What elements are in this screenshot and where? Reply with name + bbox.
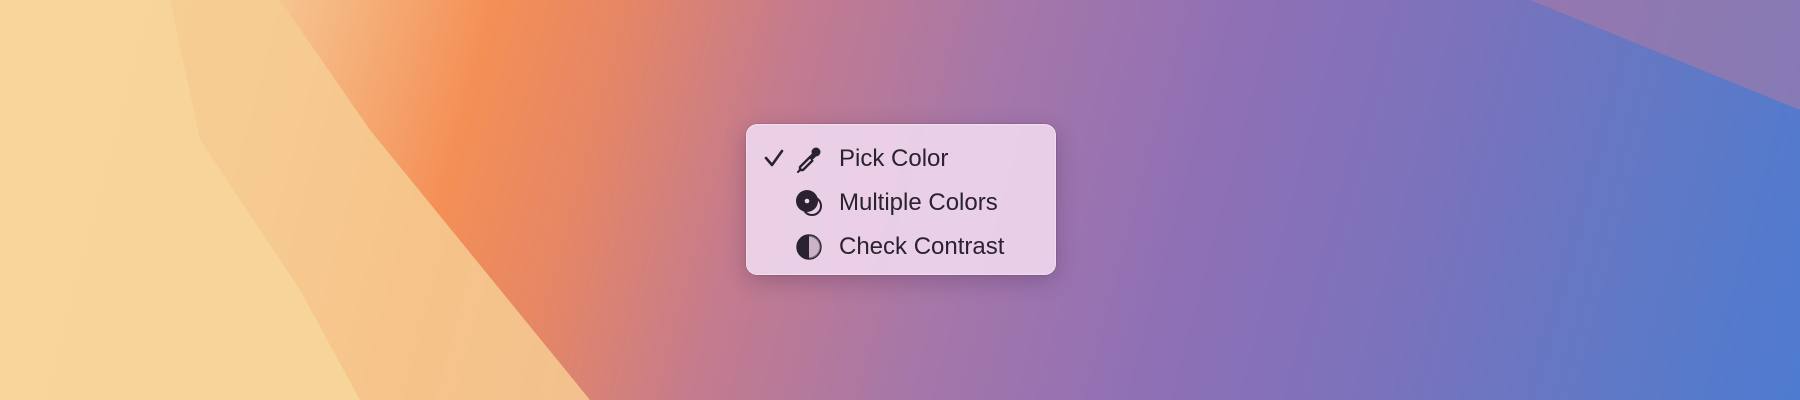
menu-item-label: Pick Color (839, 145, 949, 172)
context-menu: Pick Color Multiple Colors Check Contras… (746, 124, 1056, 275)
menu-item-pick-color[interactable]: Pick Color (747, 136, 1055, 180)
menu-item-label: Check Contrast (839, 233, 1005, 260)
menu-item-check-contrast[interactable]: Check Contrast (747, 224, 1055, 268)
contrast-icon (796, 234, 822, 260)
menu-item-multiple-colors[interactable]: Multiple Colors (747, 180, 1055, 224)
eyedropper-icon (797, 147, 821, 173)
multiple-colors-icon (796, 190, 822, 216)
checkmark-icon (764, 149, 784, 167)
menu-item-label: Multiple Colors (839, 189, 998, 216)
